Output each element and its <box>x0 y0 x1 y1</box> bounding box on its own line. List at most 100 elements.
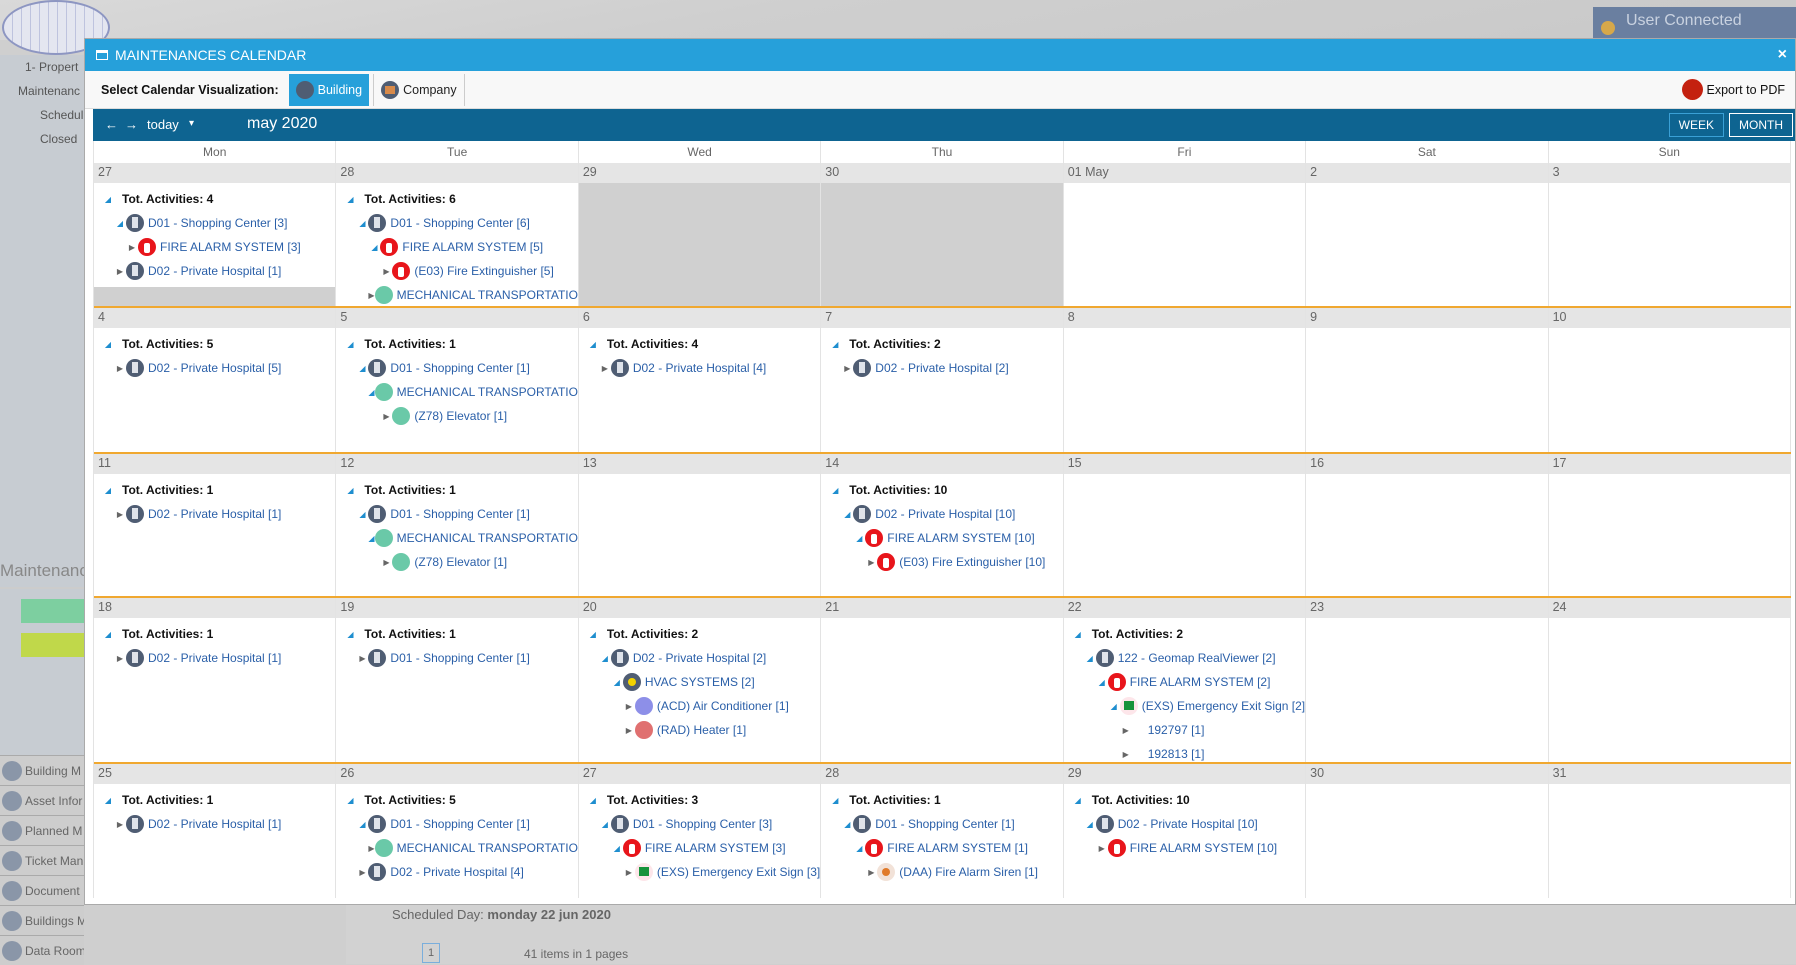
collapse-icon[interactable]: ◢ <box>368 534 374 543</box>
expand-icon[interactable]: ▶ <box>114 364 126 373</box>
collapse-icon[interactable]: ◢ <box>344 486 356 495</box>
day-cell[interactable]: 11 ◢ Tot. Activities: 1 ▶ D02 - Private Hosp… <box>94 454 337 596</box>
expand-icon[interactable]: ▶ <box>368 291 374 300</box>
total-activities[interactable]: ◢ Tot. Activities: 5 <box>336 788 577 812</box>
day-cell[interactable]: 30 <box>821 163 1064 306</box>
day-cell[interactable]: 8 <box>1063 308 1307 452</box>
day-cell[interactable]: 23 <box>1306 598 1549 762</box>
day-cell[interactable]: 30 <box>1306 764 1549 898</box>
nav-item[interactable]: Ticket Man <box>0 845 84 875</box>
sidebar-item-scheduled[interactable]: Schedul <box>0 103 84 127</box>
collapse-icon[interactable]: ◢ <box>102 486 114 495</box>
tree-node[interactable]: ◢ D01 - Shopping Center [3] <box>579 812 820 836</box>
total-activities[interactable]: ◢ Tot. Activities: 1 <box>336 478 577 502</box>
tree-node[interactable]: ◢ FIRE ALARM SYSTEM [2] <box>1064 670 1305 694</box>
expand-icon[interactable]: ▶ <box>841 364 853 373</box>
tree-node[interactable]: ◢ D01 - Shopping Center [1] <box>336 502 577 526</box>
collapse-icon[interactable]: ◢ <box>611 844 623 853</box>
collapse-icon[interactable]: ◢ <box>1084 820 1096 829</box>
expand-icon[interactable]: ▶ <box>1120 750 1132 759</box>
day-cell[interactable]: 14 ◢ Tot. Activities: 10 ◢ D02 - Private Hos… <box>821 454 1064 596</box>
month-view-button[interactable]: MONTH <box>1729 113 1793 137</box>
today-button[interactable]: today <box>147 117 179 132</box>
prev-button[interactable]: ← <box>105 117 118 132</box>
collapse-icon[interactable]: ◢ <box>368 243 380 252</box>
tree-node[interactable]: ▶ D02 - Private Hospital [2] <box>821 356 1062 380</box>
total-activities[interactable]: ◢ Tot. Activities: 1 <box>336 332 577 356</box>
day-cell[interactable]: 2 <box>1306 163 1549 306</box>
nav-item[interactable]: Buildings Map <box>0 905 84 935</box>
tree-node[interactable]: ▶ FIRE ALARM SYSTEM [3] <box>94 235 335 259</box>
tree-node[interactable]: ◢ (EXS) Emergency Exit Sign [2] <box>1064 694 1305 718</box>
day-cell[interactable]: 6 ◢ Tot. Activities: 4 ▶ D02 - Private Hospi… <box>578 308 822 452</box>
tree-node[interactable]: ▶ D02 - Private Hospital [4] <box>579 356 820 380</box>
expand-icon[interactable]: ▶ <box>1096 844 1108 853</box>
expand-icon[interactable]: ▶ <box>356 654 368 663</box>
collapse-icon[interactable]: ◢ <box>344 796 356 805</box>
day-cell[interactable]: 7 ◢ Tot. Activities: 2 ▶ D02 - Private Hospi… <box>821 308 1064 452</box>
day-cell[interactable]: 3 <box>1548 163 1791 306</box>
total-activities[interactable]: ◢ Tot. Activities: 2 <box>1064 622 1305 646</box>
building-view-button[interactable]: Building <box>288 73 370 106</box>
day-cell[interactable]: 15 <box>1063 454 1307 596</box>
collapse-icon[interactable]: ◢ <box>587 796 599 805</box>
week-view-button[interactable]: WEEK <box>1668 113 1724 137</box>
collapse-icon[interactable]: ◢ <box>368 388 374 397</box>
collapse-icon[interactable]: ◢ <box>841 820 853 829</box>
sidebar-item-closed[interactable]: Closed <box>0 127 84 151</box>
collapse-icon[interactable]: ◢ <box>599 820 611 829</box>
tree-node[interactable]: ▶ (Z78) Elevator [1] <box>336 404 577 428</box>
collapse-icon[interactable]: ◢ <box>114 219 126 228</box>
day-cell[interactable]: 5 ◢ Tot. Activities: 1 ◢ D01 - Shopping Cent… <box>336 308 579 452</box>
day-cell[interactable]: 27 ◢ Tot. Activities: 4 ◢ D01 - Shopping Cen… <box>94 163 337 306</box>
collapse-icon[interactable]: ◢ <box>356 364 368 373</box>
day-cell[interactable]: 29 <box>578 163 822 306</box>
close-button[interactable]: × <box>1778 39 1787 71</box>
tree-node[interactable]: ◢ 122 - Geomap RealViewer [2] <box>1064 646 1305 670</box>
company-view-button[interactable]: Company <box>373 73 465 106</box>
expand-icon[interactable]: ▶ <box>114 820 126 829</box>
tree-node[interactable]: ◢ D01 - Shopping Center [1] <box>336 356 577 380</box>
tree-node[interactable]: ◢ FIRE ALARM SYSTEM [3] <box>579 836 820 860</box>
tree-node[interactable]: ◢ D01 - Shopping Center [1] <box>821 812 1062 836</box>
tree-node[interactable]: ◢ D01 - Shopping Center [3] <box>94 211 335 235</box>
tree-node[interactable]: ▶ D02 - Private Hospital [1] <box>94 812 335 836</box>
tree-node[interactable]: ▶ (EXS) Emergency Exit Sign [3] <box>579 860 820 884</box>
tree-node[interactable]: ▶ (Z78) Elevator [1] <box>336 550 577 574</box>
day-cell[interactable]: 01 May <box>1063 163 1307 306</box>
nav-item[interactable]: Asset Infor <box>0 785 84 815</box>
tree-node[interactable]: ▶ D02 - Private Hospital [1] <box>94 502 335 526</box>
tree-node[interactable]: ◢ D02 - Private Hospital [2] <box>579 646 820 670</box>
day-cell[interactable]: 18 ◢ Tot. Activities: 1 ▶ D02 - Private Hosp… <box>94 598 337 762</box>
day-cell[interactable]: 9 <box>1306 308 1549 452</box>
collapse-icon[interactable]: ◢ <box>344 630 356 639</box>
collapse-icon[interactable]: ◢ <box>1072 630 1084 639</box>
expand-icon[interactable]: ▶ <box>126 243 138 252</box>
collapse-icon[interactable]: ◢ <box>587 340 599 349</box>
total-activities[interactable]: ◢ Tot. Activities: 1 <box>821 788 1062 812</box>
tree-node[interactable]: ◢ D02 - Private Hospital [10] <box>821 502 1062 526</box>
tree-node[interactable]: ▶ (ACD) Air Conditioner [1] <box>579 694 820 718</box>
collapse-icon[interactable]: ◢ <box>102 340 114 349</box>
tree-node[interactable]: ▶ D02 - Private Hospital [1] <box>94 646 335 670</box>
total-activities[interactable]: ◢ Tot. Activities: 3 <box>579 788 820 812</box>
total-activities[interactable]: ◢ Tot. Activities: 1 <box>94 478 335 502</box>
tree-node[interactable]: ▶ D02 - Private Hospital [5] <box>94 356 335 380</box>
total-activities[interactable]: ◢ Tot. Activities: 2 <box>821 332 1062 356</box>
total-activities[interactable]: ◢ Tot. Activities: 1 <box>94 788 335 812</box>
sidebar-item-property[interactable]: 1- Propert <box>0 55 84 79</box>
expand-icon[interactable]: ▶ <box>380 267 392 276</box>
expand-icon[interactable]: ▶ <box>356 868 368 877</box>
tree-node[interactable]: ▶ 192813 [1] <box>1064 742 1305 762</box>
day-cell[interactable]: 26 ◢ Tot. Activities: 5 ◢ D01 - Shopping Cen… <box>336 764 579 898</box>
tree-node[interactable]: ▶ MECHANICAL TRANSPORTATION <box>336 836 578 860</box>
collapse-icon[interactable]: ◢ <box>611 678 623 687</box>
tree-node[interactable]: ▶ 192797 [1] <box>1064 718 1305 742</box>
day-cell[interactable]: 28 ◢ Tot. Activities: 6 ◢ D01 - Shopping Cen… <box>336 163 579 306</box>
tree-node[interactable]: ◢ FIRE ALARM SYSTEM [10] <box>821 526 1062 550</box>
expand-icon[interactable]: ▶ <box>623 726 635 735</box>
day-cell[interactable]: 28 ◢ Tot. Activities: 1 ◢ D01 - Shopping Cen… <box>821 764 1064 898</box>
tree-node[interactable]: ◢ MECHANICAL TRANSPORTATION <box>336 526 578 550</box>
day-cell[interactable]: 13 <box>578 454 822 596</box>
collapse-icon[interactable]: ◢ <box>841 510 853 519</box>
